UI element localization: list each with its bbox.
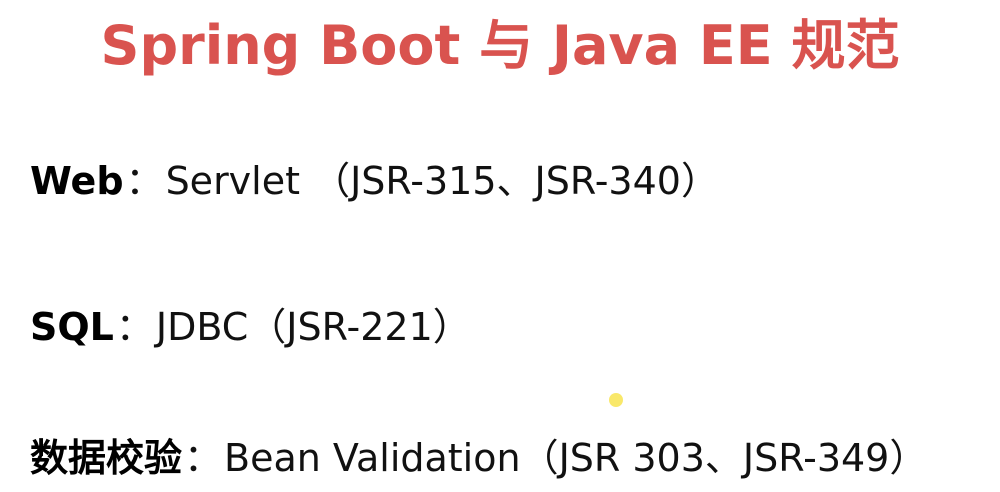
spec-separator: ： xyxy=(125,159,164,203)
pointer-highlight-dot xyxy=(609,393,623,407)
spec-term: SQL xyxy=(30,305,114,349)
spec-description: JDBC（JSR-221） xyxy=(155,305,471,349)
slide-title: Spring Boot 与 Java EE 规范 xyxy=(100,14,900,77)
spec-description: Servlet （JSR-315、JSR-340） xyxy=(165,159,719,203)
spec-item-web: Web：Servlet （JSR-315、JSR-340） xyxy=(30,157,719,205)
spec-description: Bean Validation（JSR 303、JSR-349） xyxy=(224,436,928,480)
spec-term: 数据校验 xyxy=(30,436,183,480)
spec-item-validation: 数据校验：Bean Validation（JSR 303、JSR-349） xyxy=(30,434,927,482)
spec-separator: ： xyxy=(115,305,154,349)
spec-separator: ： xyxy=(184,436,223,480)
spec-term: Web xyxy=(30,159,124,203)
presentation-slide: Spring Boot 与 Java EE 规范 Web：Servlet （JS… xyxy=(0,0,1000,492)
spec-item-sql: SQL：JDBC（JSR-221） xyxy=(30,303,471,351)
